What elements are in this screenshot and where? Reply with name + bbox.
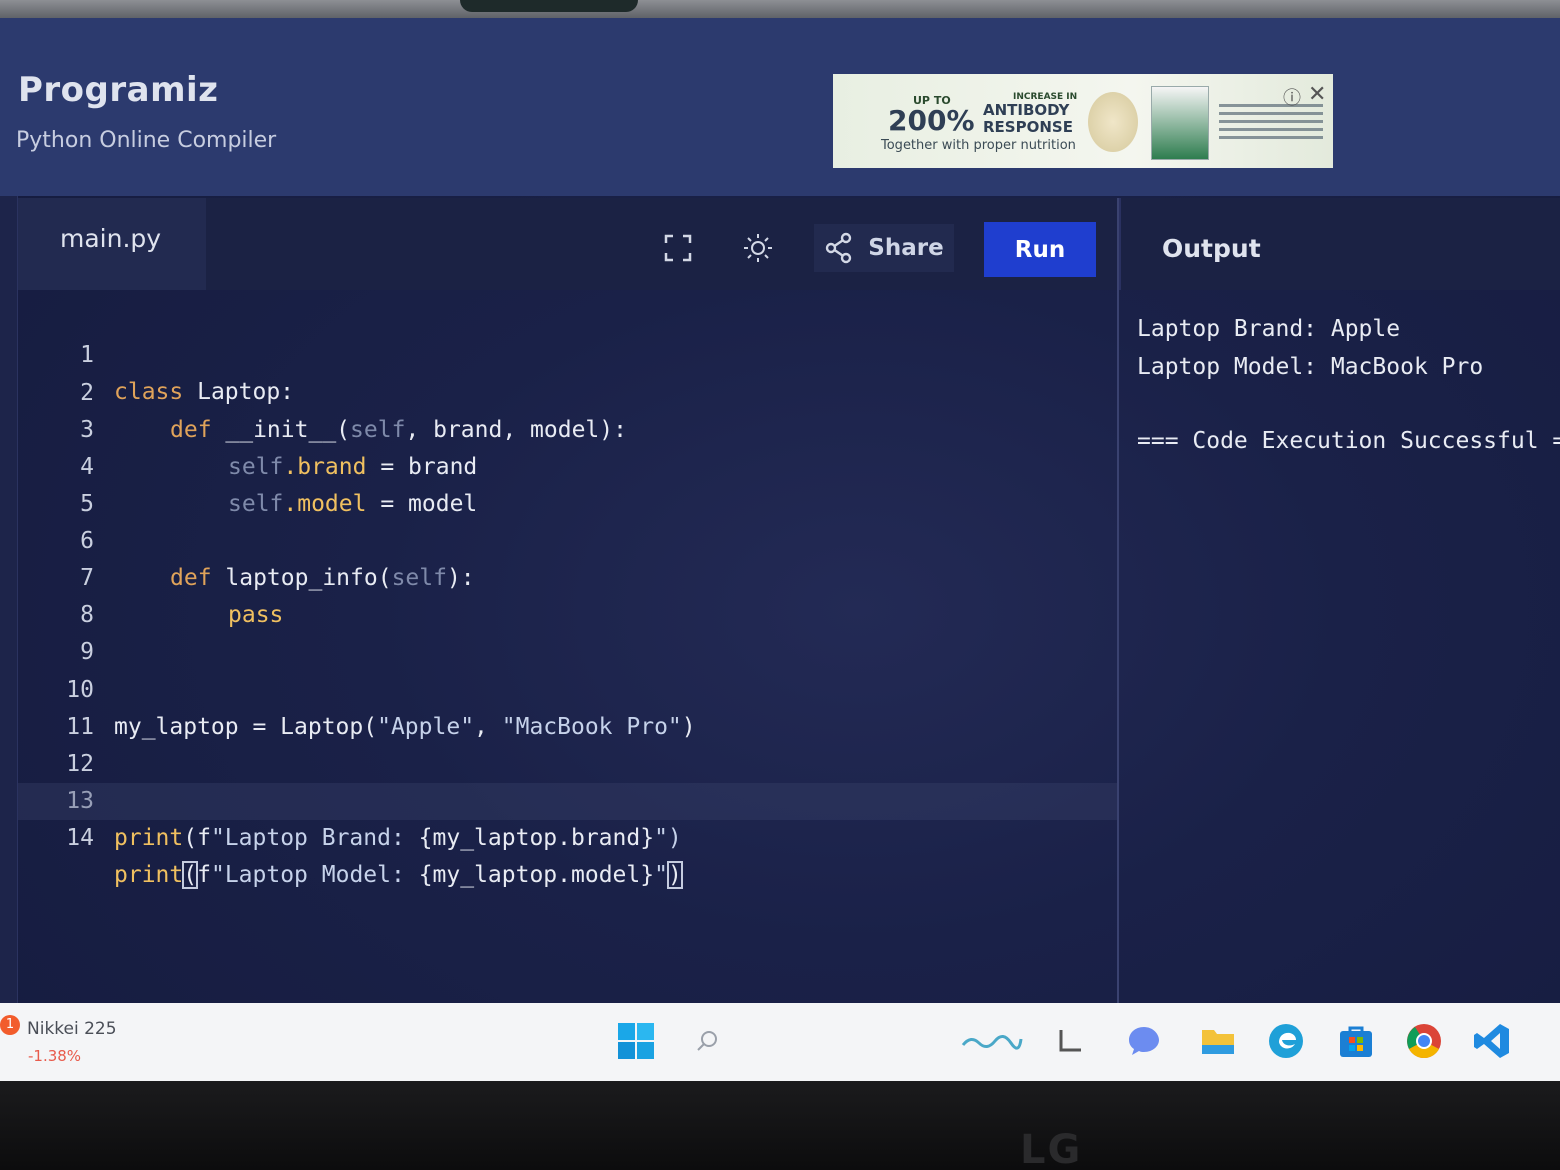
string-token: "Laptop Model:: [210, 862, 419, 888]
close-icon[interactable]: ✕: [1308, 82, 1326, 107]
programiz-logo[interactable]: Programiz: [18, 70, 218, 110]
line-number: 14: [66, 825, 94, 851]
code-line[interactable]: 2 def __init__(self, brand, model):: [18, 338, 1118, 443]
webcam-notch: [460, 0, 638, 12]
code-line[interactable]: 12: [18, 709, 1118, 777]
string-token: "): [654, 825, 682, 851]
fullscreen-icon: [664, 234, 692, 262]
fullscreen-button[interactable]: [650, 224, 706, 272]
ad-headline: ANTIBODY RESPONSE: [983, 102, 1073, 136]
output-title: Output: [1162, 234, 1261, 263]
store-icon[interactable]: [1336, 1021, 1376, 1061]
widget-stock-change: -1.38%: [28, 1047, 82, 1065]
code-line[interactable]: 1 class Laptop:: [18, 300, 1118, 405]
function-token: print: [114, 862, 184, 888]
output-panel: Output Laptop Brand: Apple Laptop Model:…: [1117, 198, 1560, 1003]
code-line-active[interactable]: 14 print(f"Laptop Model: {my_laptop.mode…: [18, 783, 1118, 889]
windows-start-icon[interactable]: [616, 1021, 656, 1061]
code-line[interactable]: 10 my_laptop = Laptop("Apple", "MacBook …: [18, 635, 1118, 740]
widget-stock-name[interactable]: Nikkei 225: [27, 1019, 117, 1039]
code-token: f: [197, 862, 211, 888]
output-header: Output: [1119, 198, 1560, 290]
string-token: ": [654, 862, 668, 888]
output-line: Laptop Brand: Apple: [1137, 316, 1401, 342]
page-subtitle: Python Online Compiler: [16, 128, 277, 153]
ad-response-text: RESPONSE: [983, 118, 1073, 136]
matched-bracket: ): [666, 861, 683, 889]
windows-taskbar: 1 Nikkei 225 -1.38%: [0, 1003, 1560, 1081]
ad-antibody-text: ANTIBODY: [983, 101, 1070, 119]
advertisement-banner[interactable]: UP TO 200% INCREASE IN ANTIBODY RESPONSE…: [833, 74, 1333, 168]
output-line: Laptop Model: MacBook Pro: [1137, 354, 1484, 380]
share-button[interactable]: Share: [814, 224, 954, 272]
ad-tagline: Together with proper nutrition: [881, 138, 1076, 153]
browser-screen: Programiz Python Online Compiler UP TO 2…: [0, 18, 1560, 1003]
vscode-icon[interactable]: [1472, 1021, 1512, 1061]
ad-probiotic-badge-icon: [1088, 92, 1138, 152]
editor-toolbar: main.py Share Run: [18, 198, 1128, 290]
code-line[interactable]: 4 self.model = model: [18, 412, 1118, 517]
code-text: print(f"Laptop Model: {my_laptop.model}"…: [114, 857, 683, 894]
file-explorer-icon[interactable]: [1198, 1021, 1238, 1061]
code-token: {my_laptop.brand}: [418, 825, 655, 851]
output-line-status: === Code Execution Successful ==: [1137, 428, 1560, 454]
code-line[interactable]: 7 pass: [18, 523, 1118, 628]
code-line[interactable]: 9: [18, 597, 1118, 665]
search-icon[interactable]: [688, 1021, 728, 1061]
info-icon[interactable]: ⓘ: [1283, 84, 1301, 110]
sun-icon: [744, 234, 772, 262]
code-line[interactable]: 8: [18, 560, 1118, 628]
string-token: "Laptop Brand:: [210, 825, 419, 851]
ad-percent-text: 200%: [888, 104, 975, 137]
code-editor-panel: main.py Share Run 1 class Laptop: 2 def …: [18, 198, 1128, 1003]
code-line[interactable]: 11: [18, 672, 1118, 740]
monitor-bezel-bottom: LG: [0, 1081, 1560, 1170]
code-line[interactable]: 13 print(f"Laptop Brand: {my_laptop.bran…: [18, 746, 1118, 851]
edge-icon[interactable]: [1266, 1021, 1306, 1061]
run-button[interactable]: Run: [984, 222, 1096, 277]
share-icon: [826, 232, 852, 264]
left-sidebar-strip: [0, 196, 18, 1003]
chrome-icon[interactable]: [1404, 1021, 1444, 1061]
code-line[interactable]: 5: [18, 449, 1118, 517]
task-view-icon[interactable]: [1050, 1021, 1090, 1061]
code-token: {my_laptop.model}: [418, 862, 655, 888]
code-line[interactable]: 3 self.brand = brand: [18, 375, 1118, 480]
theme-toggle-button[interactable]: [730, 224, 786, 272]
matched-bracket: (: [182, 861, 199, 889]
widget-badge: 1: [0, 1015, 20, 1035]
chat-icon[interactable]: [1124, 1021, 1164, 1061]
share-label: Share: [868, 235, 944, 261]
code-text: print(f"Laptop Brand: {my_laptop.brand}"…: [114, 820, 682, 857]
code-area[interactable]: 1 class Laptop: 2 def __init__(self, bra…: [18, 290, 1118, 1003]
file-tab-label: main.py: [60, 224, 162, 253]
tab-main-py[interactable]: main.py: [18, 198, 206, 290]
code-line[interactable]: 6 def laptop_info(self):: [18, 486, 1118, 591]
ad-product-box-icon: [1151, 86, 1209, 160]
widgets-icon[interactable]: [960, 1021, 1024, 1061]
site-header: Programiz Python Online Compiler UP TO 2…: [0, 18, 1560, 196]
ad-fine-print: [1219, 104, 1323, 144]
code-token: (f: [183, 825, 211, 851]
monitor-brand-logo: LG: [1020, 1127, 1083, 1170]
